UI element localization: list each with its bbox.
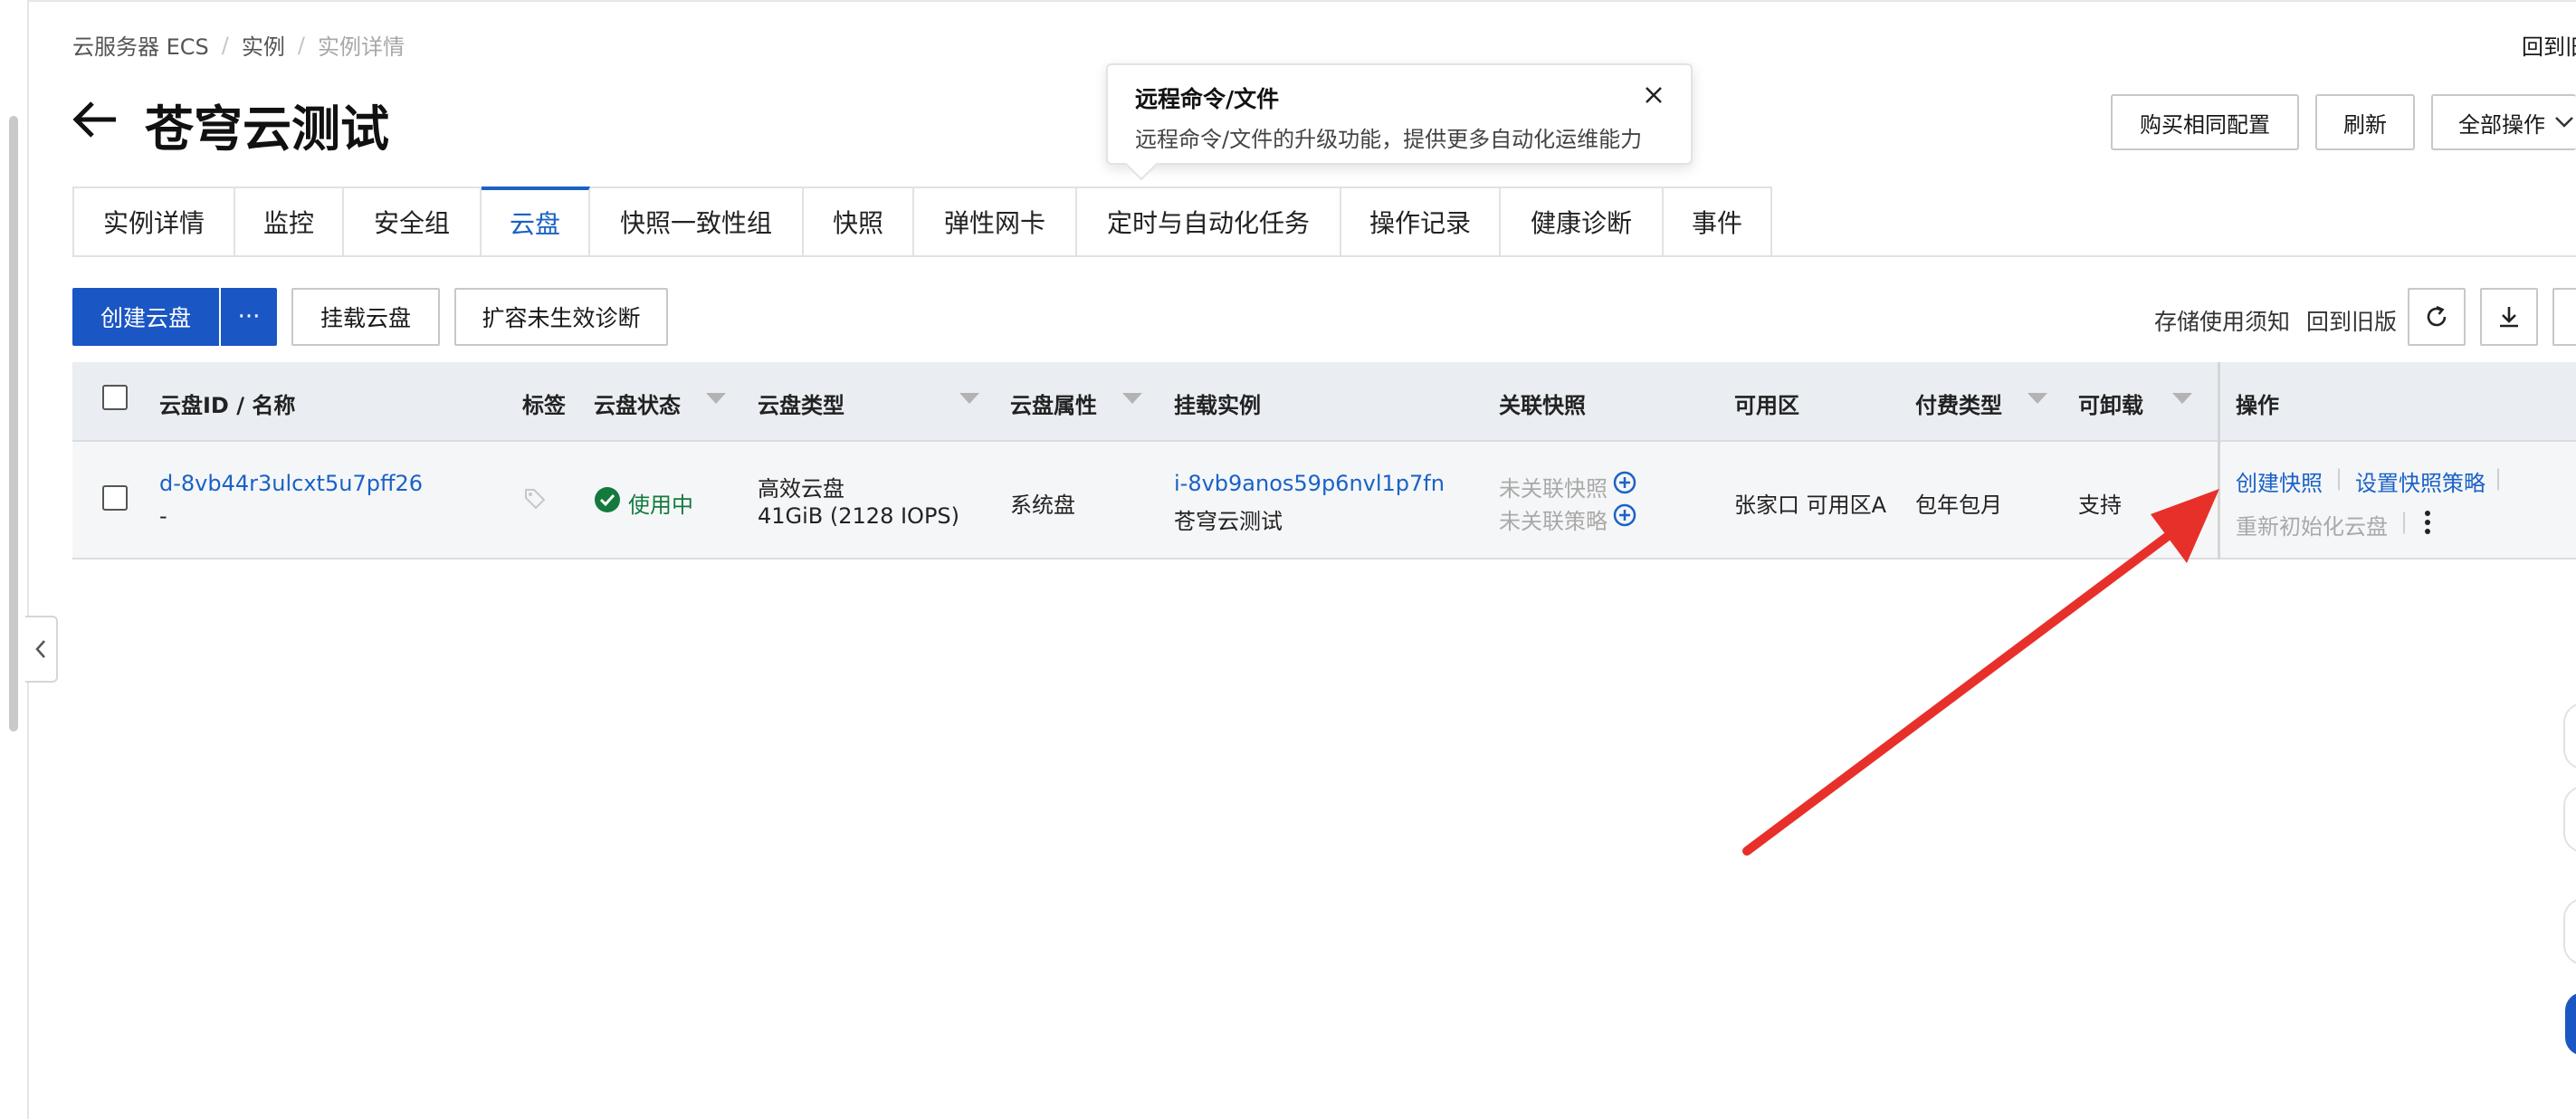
detachable: 支持 [2078, 493, 2122, 518]
breadcrumb-separator: / [221, 32, 229, 58]
floating-widget[interactable] [2563, 898, 2576, 965]
table-row [72, 442, 2576, 560]
top-border [0, 0, 2576, 2]
attribute-filter-icon[interactable] [1122, 393, 1142, 404]
export-button[interactable] [2480, 288, 2538, 346]
row-checkbox[interactable] [102, 485, 128, 511]
table-settings-button[interactable] [2552, 288, 2576, 346]
sidebar-collapse-button[interactable] [25, 616, 58, 683]
floating-widget[interactable] [2563, 786, 2576, 853]
status-filter-icon[interactable] [706, 393, 726, 404]
all-actions-label: 全部操作 [2458, 111, 2545, 138]
table-header [72, 362, 2576, 442]
header-status: 云盘状态 [594, 393, 681, 418]
tab-health-diagnosis[interactable]: 健康诊断 [1501, 186, 1664, 257]
buy-same-config-button[interactable]: 购买相同配置 [2111, 94, 2299, 150]
header-attribute: 云盘属性 [1010, 393, 1097, 418]
rail-scrollbar[interactable] [9, 116, 18, 732]
create-snapshot-link[interactable]: 创建快照 [2236, 465, 2323, 497]
header-type: 云盘类型 [758, 393, 844, 418]
storage-notice-link[interactable]: 存储使用须知 [2154, 304, 2290, 337]
billing-type: 包年包月 [1915, 493, 2002, 518]
floating-help-button[interactable] [2565, 992, 2576, 1056]
action-separator: | [2495, 465, 2503, 491]
breadcrumb-ecs[interactable]: 云服务器 ECS [72, 29, 209, 61]
create-disk-button[interactable]: 创建云盘 [72, 288, 219, 346]
header-detachable: 可卸载 [2078, 393, 2143, 418]
action-separator: | [2335, 465, 2343, 491]
popover-description: 远程命令/文件的升级功能，提供更多自动化运维能力 [1135, 127, 1643, 152]
check-circle-icon [595, 487, 620, 512]
header-zone: 可用区 [1734, 393, 1799, 418]
header-tags: 标签 [522, 393, 566, 418]
breadcrumb-separator: / [297, 32, 305, 58]
tab-monitor[interactable]: 监控 [235, 186, 344, 257]
all-actions-button[interactable]: 全部操作 [2431, 94, 2576, 150]
detachable-filter-icon[interactable] [2172, 393, 2192, 404]
header-snapshot: 关联快照 [1499, 393, 1586, 418]
tab-cloud-disk[interactable]: 云盘 [482, 186, 590, 257]
header-instance: 挂载实例 [1174, 393, 1261, 418]
tabs-divider [72, 255, 2576, 257]
reinit-disk-link[interactable]: 重新初始化云盘 [2236, 509, 2388, 540]
add-policy-icon[interactable] [1613, 503, 1636, 527]
popover-title: 远程命令/文件 [1135, 86, 1280, 112]
zone: 张家口 可用区A [1734, 493, 1887, 518]
floating-widget[interactable] [2563, 703, 2576, 770]
back-to-old-version-link[interactable]: 回到旧版 [2306, 304, 2397, 337]
breadcrumb: 云服务器 ECS / 实例 / 实例详情 [72, 29, 405, 61]
header-actions: 操作 [2236, 393, 2279, 418]
breadcrumb-current: 实例详情 [317, 34, 405, 60]
tab-operation-log[interactable]: 操作记录 [1341, 186, 1501, 257]
tab-events[interactable]: 事件 [1664, 186, 1772, 257]
tab-instance-details[interactable]: 实例详情 [72, 186, 235, 257]
action-separator: | [2400, 509, 2409, 534]
attach-disk-button[interactable]: 挂载云盘 [291, 288, 440, 346]
chevron-down-icon [2555, 117, 2573, 128]
tab-scheduled-tasks[interactable]: 定时与自动化任务 [1077, 186, 1341, 257]
header-billing: 付费类型 [1915, 393, 2002, 418]
tab-snapshot[interactable]: 快照 [804, 186, 914, 257]
remote-command-popover: 远程命令/文件 远程命令/文件的升级功能，提供更多自动化运维能力 [1106, 63, 1693, 181]
chevron-left-icon [35, 640, 45, 658]
back-to-old-top-link[interactable]: 回到旧 [2522, 29, 2576, 61]
select-all-checkbox[interactable] [102, 385, 128, 410]
status-text: 使用中 [628, 493, 693, 518]
instance-id-link[interactable]: i-8vb9anos59p6nvl1p7fn [1174, 471, 1445, 496]
add-snapshot-icon[interactable] [1613, 471, 1636, 494]
header-disk-id-name: 云盘ID / 名称 [159, 393, 296, 418]
type-filter-icon[interactable] [959, 393, 979, 404]
snapshot-policy-link[interactable]: 设置快照策略 [2355, 465, 2485, 497]
disk-type: 高效云盘 [758, 476, 844, 502]
page-title: 苍穹云测试 [145, 100, 389, 158]
download-icon [2500, 307, 2518, 328]
tab-security-group[interactable]: 安全组 [344, 186, 482, 257]
close-icon[interactable] [1644, 85, 1664, 105]
annotation-arrow [1742, 489, 2219, 856]
no-policy-text: 未关联策略 [1499, 509, 1608, 534]
sticky-column-divider [2218, 362, 2220, 560]
back-arrow-icon[interactable] [72, 100, 119, 139]
tab-eni[interactable]: 弹性网卡 [914, 186, 1077, 257]
more-actions-icon[interactable] [2420, 509, 2435, 536]
disk-name: - [159, 503, 167, 529]
breadcrumb-instances[interactable]: 实例 [242, 29, 285, 61]
create-disk-more-button[interactable]: ··· [221, 288, 277, 346]
left-rail [0, 0, 29, 1119]
expand-diagnose-button[interactable]: 扩容未生效诊断 [454, 288, 668, 346]
refresh-icon [2427, 305, 2447, 327]
tab-snapshot-consistency-group[interactable]: 快照一致性组 [590, 186, 804, 257]
refresh-button[interactable]: 刷新 [2315, 94, 2415, 150]
table-refresh-button[interactable] [2408, 288, 2466, 346]
disk-attribute: 系统盘 [1010, 493, 1075, 518]
disk-id-link[interactable]: d-8vb44r3ulcxt5u7pff26 [159, 471, 423, 496]
no-snapshot-text: 未关联快照 [1499, 476, 1608, 502]
instance-name: 苍穹云测试 [1174, 509, 1283, 534]
tab-bar: 实例详情 监控 安全组 云盘 快照一致性组 快照 弹性网卡 定时与自动化任务 操… [72, 186, 1772, 257]
billing-filter-icon[interactable] [2027, 393, 2047, 404]
tag-icon[interactable] [523, 487, 547, 511]
disk-capacity: 41GiB (2128 IOPS) [758, 503, 960, 529]
